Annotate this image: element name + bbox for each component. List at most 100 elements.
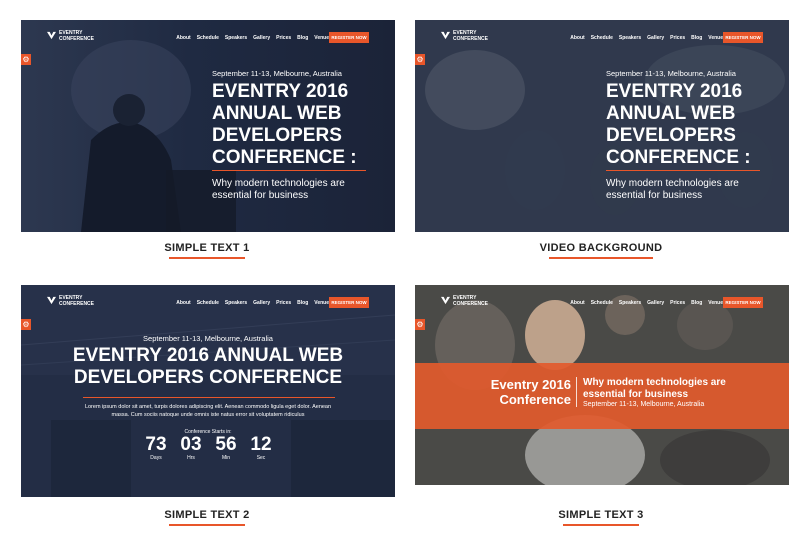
nav-item-blog[interactable]: Blog xyxy=(297,35,308,41)
hero-title-line: CONFERENCE : xyxy=(606,147,751,168)
nav-item-speakers[interactable]: Speakers xyxy=(619,35,641,41)
logo-icon xyxy=(441,296,450,305)
title-divider xyxy=(83,397,335,398)
nav-item-venue[interactable]: Venue xyxy=(708,300,723,306)
nav-item-prices[interactable]: Prices xyxy=(670,35,685,41)
description-line: Lorem ipsum dolor sit amet, turpis dolor… xyxy=(84,404,332,410)
register-now-button[interactable]: REGISTER NOW xyxy=(329,32,369,43)
caption-video-background[interactable]: VIDEO BACKGROUND xyxy=(534,242,668,259)
caption-underline xyxy=(169,257,245,259)
caption-underline xyxy=(169,524,245,526)
hero-title-line: ANNUAL WEB xyxy=(606,103,736,124)
hero-title-line: DEVELOPERS CONFERENCE xyxy=(73,367,343,388)
nav-item-prices[interactable]: Prices xyxy=(670,300,685,306)
hero-title-line: EVENTRY 2016 xyxy=(606,81,743,102)
hero-title: EVENTRY 2016 ANNUAL WEB DEVELOPERS CONFE… xyxy=(606,81,751,169)
countdown-hours: 03 Hrs xyxy=(174,434,208,462)
nav-item-schedule[interactable]: Schedule xyxy=(197,35,219,41)
nav-item-about[interactable]: About xyxy=(176,300,190,306)
nav-item-blog[interactable]: Blog xyxy=(297,300,308,306)
settings-gear-icon[interactable]: ⚙ xyxy=(21,319,31,330)
nav-item-venue[interactable]: Venue xyxy=(314,35,329,41)
settings-gear-icon[interactable]: ⚙ xyxy=(21,54,31,65)
caption-label: SIMPLE TEXT 3 xyxy=(558,509,644,521)
countdown-minutes-value: 56 xyxy=(215,434,237,455)
nav-item-about[interactable]: About xyxy=(176,35,190,41)
hero-subtitle: Why modern technologies are essential fo… xyxy=(212,178,345,202)
nav-item-gallery[interactable]: Gallery xyxy=(253,300,270,306)
subtitle-line: essential for business xyxy=(212,190,309,201)
settings-gear-icon[interactable]: ⚙ xyxy=(415,54,425,65)
hero-title-line: EVENTRY 2016 xyxy=(212,81,349,102)
top-navbar: EVENTRY CONFERENCE About Schedule Speaker… xyxy=(21,20,395,54)
subtitle-line: Why modern technologies are xyxy=(212,178,345,189)
nav-menu: About Schedule Speakers Gallery Prices B… xyxy=(176,300,329,306)
logo-line-2: CONFERENCE xyxy=(59,301,95,307)
logo-icon xyxy=(441,31,450,40)
nav-item-gallery[interactable]: Gallery xyxy=(253,35,270,41)
nav-item-about[interactable]: About xyxy=(570,35,584,41)
subtitle-line: Why modern technologies are xyxy=(606,178,739,189)
nav-item-prices[interactable]: Prices xyxy=(276,300,291,306)
band-title-line: Eventry 2016 xyxy=(490,377,571,392)
hero-subtitle: Why modern technologies are essential fo… xyxy=(606,178,739,202)
settings-gear-icon[interactable]: ⚙ xyxy=(415,319,425,330)
nav-item-venue[interactable]: Venue xyxy=(314,300,329,306)
countdown-seconds: 12 Sec xyxy=(244,434,278,462)
countdown-seconds-label: Sec xyxy=(256,455,266,461)
nav-item-schedule[interactable]: Schedule xyxy=(197,300,219,306)
nav-item-speakers[interactable]: Speakers xyxy=(225,300,247,306)
event-date: September 11-13, Melbourne, Australia xyxy=(143,334,273,343)
band-subtitle-line: Why modern technologies are xyxy=(583,377,726,388)
register-now-button[interactable]: REGISTER NOW xyxy=(329,297,369,308)
title-divider xyxy=(606,170,760,171)
logo-icon xyxy=(47,31,56,40)
top-navbar: EVENTRY CONFERENCE About Schedule Speaker… xyxy=(415,285,789,319)
caption-simple-text-3[interactable]: SIMPLE TEXT 3 xyxy=(534,509,668,526)
nav-item-blog[interactable]: Blog xyxy=(691,300,702,306)
nav-item-blog[interactable]: Blog xyxy=(691,35,702,41)
template-card-video-background[interactable]: EVENTRY CONFERENCE About Schedule Speaker… xyxy=(415,20,789,232)
countdown-seconds-value: 12 xyxy=(250,434,272,455)
top-navbar: EVENTRY CONFERENCE About Schedule Speaker… xyxy=(21,285,395,319)
caption-label: SIMPLE TEXT 2 xyxy=(164,509,250,521)
register-now-button[interactable]: REGISTER NOW xyxy=(723,297,763,308)
countdown-days-value: 73 xyxy=(145,434,167,455)
nav-item-about[interactable]: About xyxy=(570,300,584,306)
nav-item-speakers[interactable]: Speakers xyxy=(619,300,641,306)
caption-simple-text-2[interactable]: SIMPLE TEXT 2 xyxy=(140,509,274,526)
template-card-simple-text-1[interactable]: EVENTRY CONFERENCE About Schedule Speaker… xyxy=(21,20,395,232)
nav-item-venue[interactable]: Venue xyxy=(708,35,723,41)
countdown-minutes-label: Min xyxy=(221,455,231,461)
caption-simple-text-1[interactable]: SIMPLE TEXT 1 xyxy=(140,242,274,259)
subtitle-line: essential for business xyxy=(606,190,703,201)
band-subtitle-line: essential for business xyxy=(583,389,689,400)
band-title-line: Conference xyxy=(499,392,571,407)
event-date: September 11-13, Melbourne, Australia xyxy=(606,69,736,78)
hero-description: Lorem ipsum dolor sit amet, turpis dolor… xyxy=(51,404,365,419)
nav-item-prices[interactable]: Prices xyxy=(276,35,291,41)
template-card-simple-text-2[interactable]: EVENTRY CONFERENCE About Schedule Speaker… xyxy=(21,285,395,497)
hero-title: EVENTRY 2016 ANNUAL WEB DEVELOPERS CONFE… xyxy=(21,345,395,389)
countdown-days: 73 Days xyxy=(139,434,173,462)
caption-underline xyxy=(549,257,653,259)
nav-item-speakers[interactable]: Speakers xyxy=(225,35,247,41)
nav-item-schedule[interactable]: Schedule xyxy=(591,35,613,41)
template-card-simple-text-3[interactable]: EVENTRY CONFERENCE About Schedule Speaker… xyxy=(415,285,789,497)
hero-title-line: ANNUAL WEB xyxy=(212,103,342,124)
countdown-minutes: 56 Min xyxy=(209,434,243,462)
nav-item-gallery[interactable]: Gallery xyxy=(647,35,664,41)
nav-item-schedule[interactable]: Schedule xyxy=(591,300,613,306)
caption-underline xyxy=(563,524,639,526)
description-line: massa. Cum sociis natoque unde omnis ist… xyxy=(111,411,305,418)
countdown-heading: Conference Starts in: xyxy=(184,429,232,435)
caption-label: SIMPLE TEXT 1 xyxy=(164,242,250,254)
hero-title: EVENTRY 2016 ANNUAL WEB DEVELOPERS CONFE… xyxy=(212,81,357,169)
hero-title-line: EVENTRY 2016 ANNUAL WEB xyxy=(72,345,344,366)
countdown-hours-value: 03 xyxy=(180,434,202,455)
band-event-date: September 11-13, Melbourne, Australia xyxy=(583,401,705,408)
hero-title-line: DEVELOPERS xyxy=(606,125,736,146)
register-now-button[interactable]: REGISTER NOW xyxy=(723,32,763,43)
nav-item-gallery[interactable]: Gallery xyxy=(647,300,664,306)
title-divider xyxy=(212,170,366,171)
